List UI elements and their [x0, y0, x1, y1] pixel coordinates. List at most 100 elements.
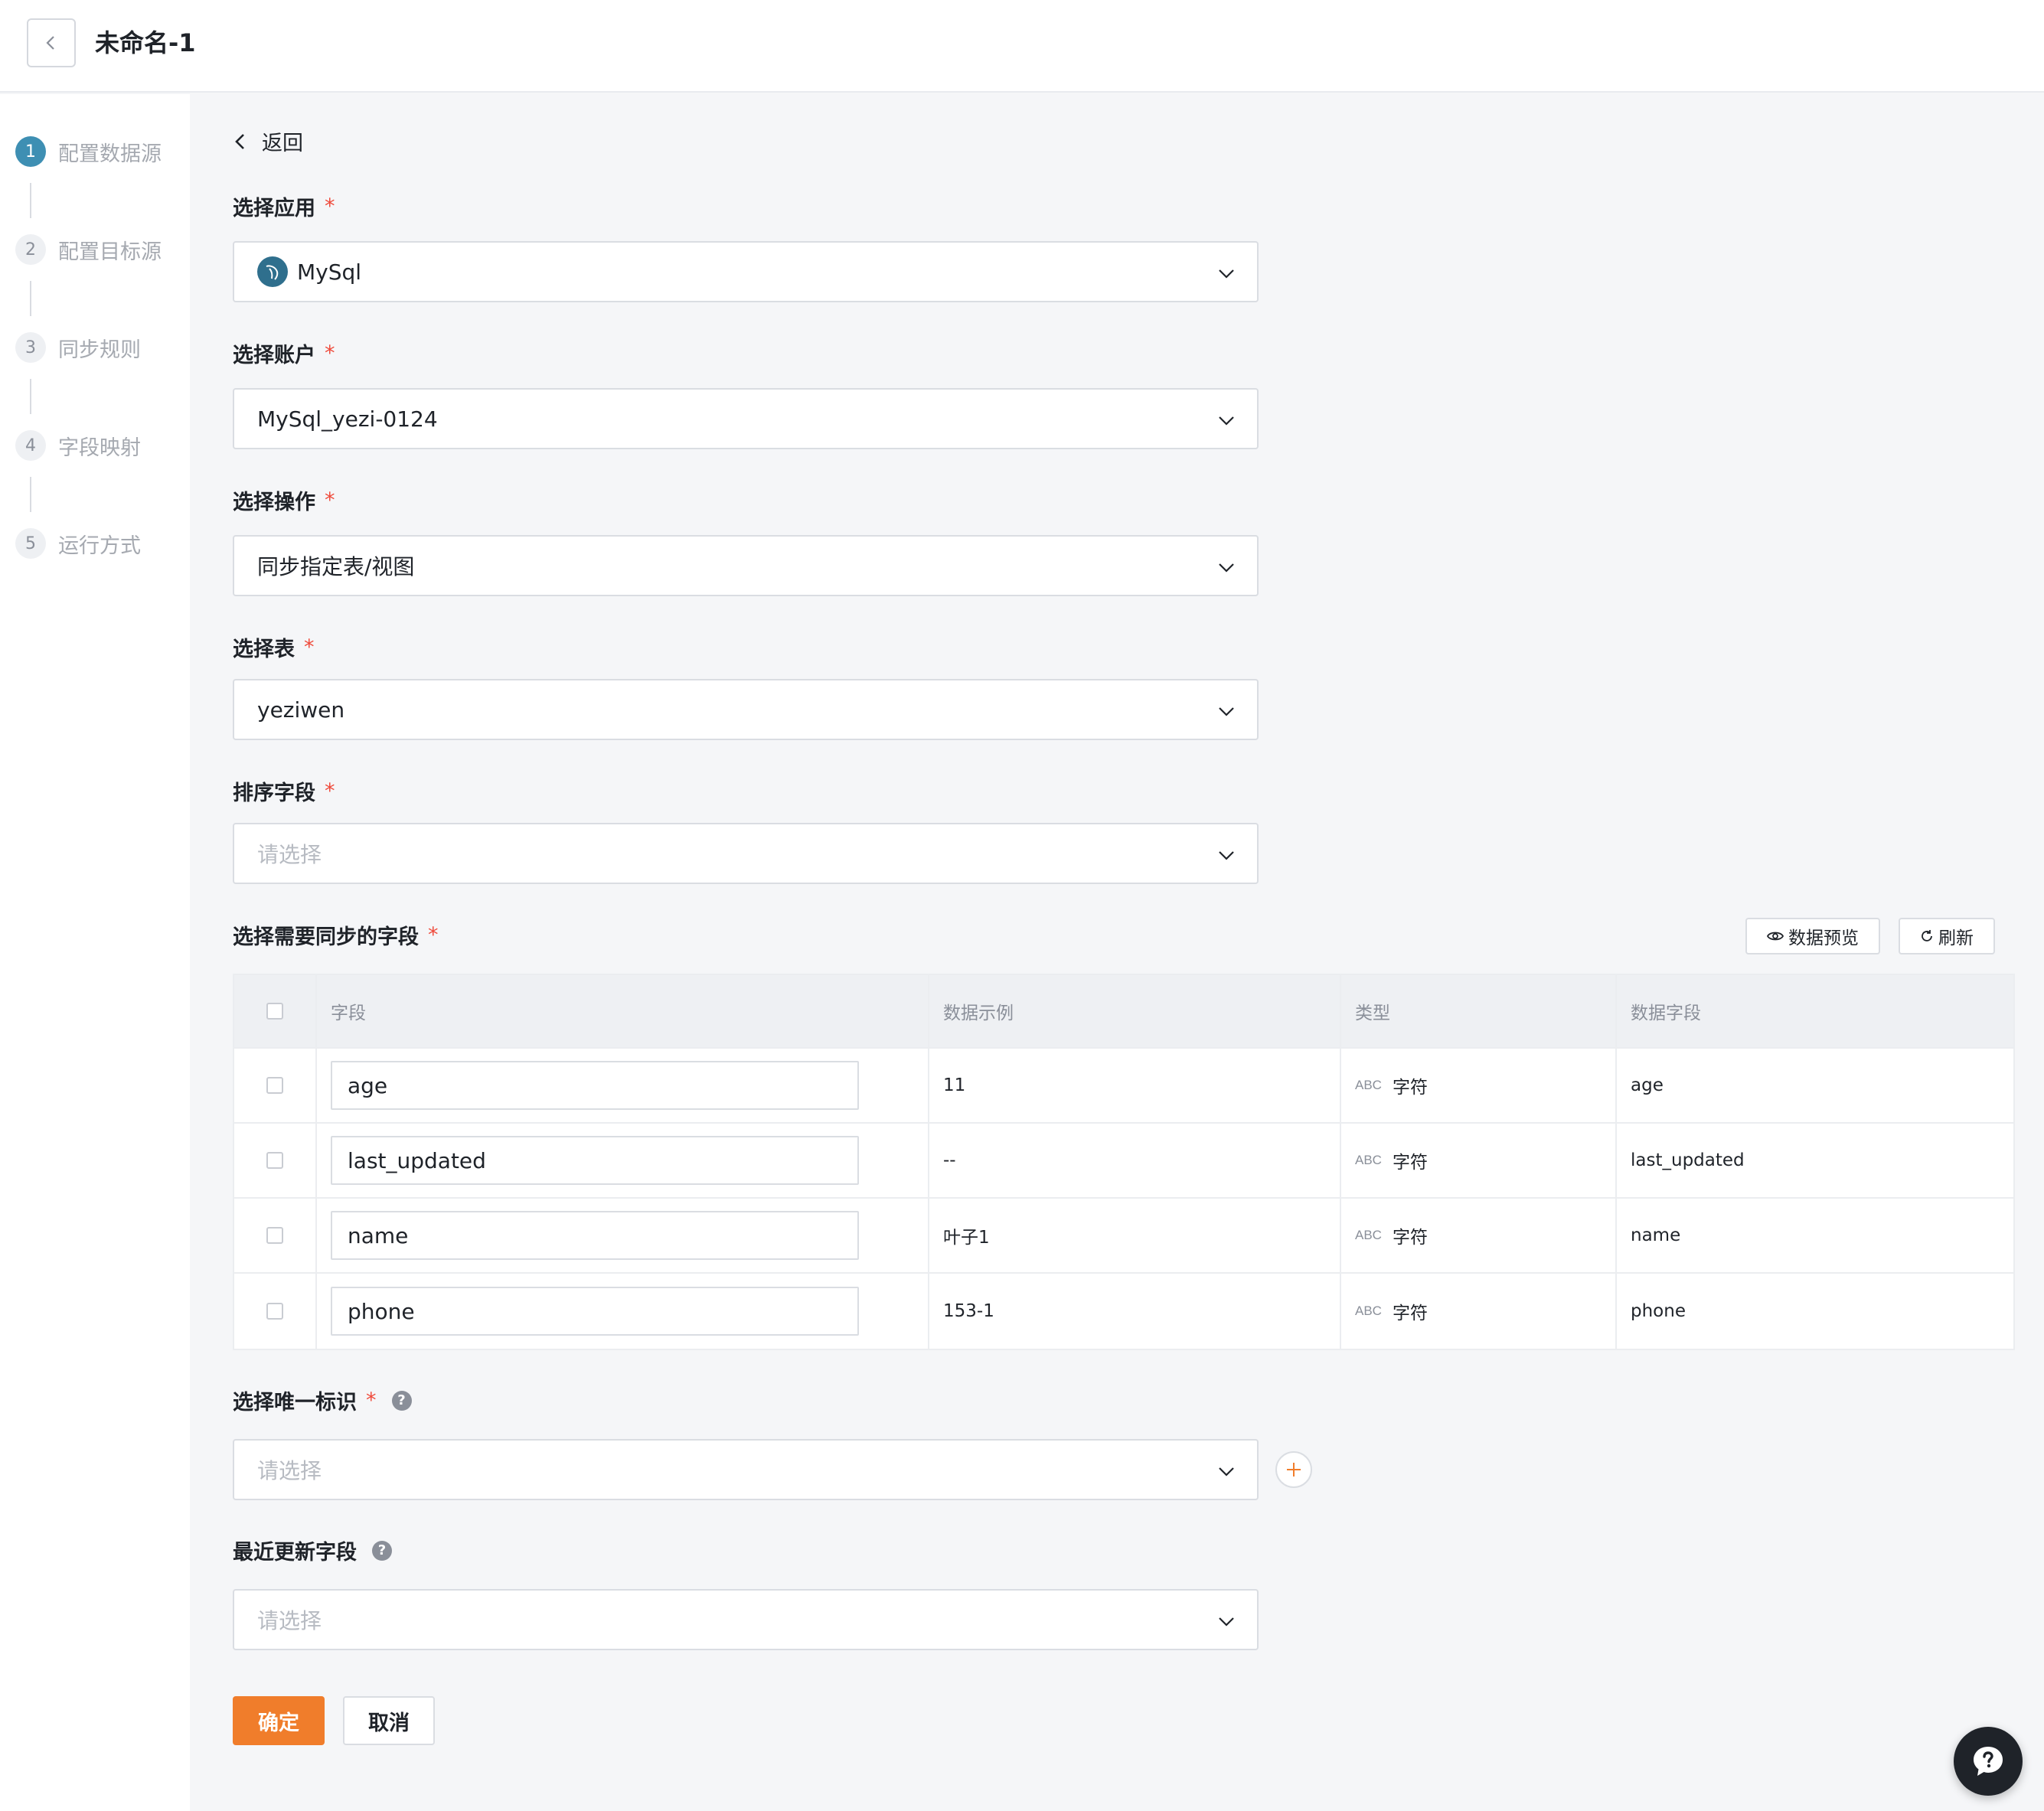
field-name-input[interactable] — [331, 1136, 859, 1185]
add-unique-id-button[interactable] — [1275, 1451, 1312, 1488]
recent-update-label: 最近更新字段 ? — [233, 1535, 392, 1565]
cancel-button[interactable]: 取消 — [343, 1696, 435, 1745]
required-mark: * — [325, 341, 335, 365]
operation-label: 选择操作 * — [233, 488, 335, 514]
header-back-button[interactable] — [27, 18, 76, 67]
step-label: 运行方式 — [58, 534, 141, 558]
chevron-down-icon — [1219, 1617, 1234, 1627]
operation-select-value: 同步指定表/视图 — [257, 554, 415, 579]
required-mark: * — [325, 194, 335, 218]
data-field-cell: name — [1631, 1225, 1681, 1245]
main-form: 返回 选择应用 * MySql 选择账户 * MySql_yezi-0124 选择操… — [190, 94, 2044, 1811]
step-number: 1 — [15, 136, 46, 167]
chevron-down-icon — [1219, 851, 1234, 860]
app-label: 选择应用 * — [233, 194, 335, 220]
text-type-icon: ABC — [1355, 1153, 1382, 1167]
sync-fields-label: 选择需要同步的字段 * — [233, 923, 439, 949]
row-checkbox[interactable] — [266, 1303, 283, 1320]
page-title: 未命名-1 — [95, 28, 196, 57]
eye-icon — [1767, 932, 1784, 941]
select-all-checkbox[interactable] — [266, 1003, 283, 1020]
chevron-down-icon — [1219, 563, 1234, 573]
step-connector — [30, 183, 31, 218]
table-select[interactable]: yeziwen — [233, 679, 1259, 740]
step-run-mode[interactable]: 5 运行方式 — [15, 528, 141, 559]
unique-id-label: 选择唯一标识 * ? — [233, 1385, 412, 1415]
row-checkbox[interactable] — [266, 1227, 283, 1244]
data-preview-button[interactable]: 数据预览 — [1745, 918, 1880, 954]
chevron-down-icon — [1219, 707, 1234, 716]
account-label: 选择账户 * — [233, 341, 335, 367]
table-row: 叶子1 ABC字符 name — [234, 1199, 2013, 1274]
text-type-icon: ABC — [1355, 1078, 1382, 1092]
type-cell: ABC 字符 — [1341, 1199, 1617, 1272]
back-label: 返回 — [262, 132, 303, 155]
step-number: 2 — [15, 234, 46, 265]
field-name-input[interactable] — [331, 1061, 859, 1110]
required-mark: * — [325, 779, 335, 803]
unique-id-select[interactable]: 请选择 — [233, 1439, 1259, 1500]
recent-update-select[interactable]: 请选择 — [233, 1589, 1259, 1650]
column-header-type: 类型 — [1341, 975, 1617, 1047]
step-field-mapping[interactable]: 4 字段映射 — [15, 430, 141, 461]
column-header-data-field: 数据字段 — [1631, 1003, 1701, 1023]
sort-field-placeholder: 请选择 — [257, 842, 322, 867]
refresh-button[interactable]: 刷新 — [1899, 918, 1995, 954]
table-row: 153-1 ABC字符 phone — [234, 1274, 2013, 1349]
row-checkbox[interactable] — [266, 1152, 283, 1169]
step-connector — [30, 281, 31, 316]
sample-cell: 叶子1 — [929, 1199, 1341, 1272]
step-config-target[interactable]: 2 配置目标源 — [15, 234, 162, 265]
help-icon[interactable]: ? — [372, 1540, 392, 1561]
step-sync-rules[interactable]: 3 同步规则 — [15, 332, 141, 363]
row-checkbox[interactable] — [266, 1077, 283, 1094]
step-label: 配置数据源 — [58, 142, 162, 166]
operation-select[interactable]: 同步指定表/视图 — [233, 535, 1259, 596]
help-chat-button[interactable] — [1954, 1727, 2023, 1796]
top-header: 未命名-1 — [0, 0, 2044, 93]
account-select[interactable]: MySql_yezi-0124 — [233, 388, 1259, 449]
app-select[interactable]: MySql — [233, 241, 1259, 302]
text-type-icon: ABC — [1355, 1228, 1382, 1242]
column-header-field: 字段 — [317, 975, 929, 1047]
data-field-cell: age — [1631, 1075, 1664, 1095]
steps-sidebar: 1 配置数据源 2 配置目标源 3 同步规则 4 字段映射 5 运行方式 — [0, 94, 190, 1811]
table-header-row: 字段 数据示例 类型 数据字段 — [234, 975, 2013, 1049]
unique-id-placeholder: 请选择 — [257, 1458, 322, 1483]
chevron-left-icon — [46, 36, 54, 50]
app-select-value: MySql — [297, 259, 362, 285]
table-row: 11 ABC字符 age — [234, 1049, 2013, 1124]
mysql-logo-icon — [257, 256, 288, 287]
step-connector — [30, 477, 31, 512]
back-link[interactable]: 返回 — [233, 126, 303, 156]
required-mark: * — [325, 488, 335, 512]
required-mark: * — [366, 1388, 377, 1412]
type-cell: ABC 字符 — [1341, 1274, 1617, 1349]
step-label: 字段映射 — [58, 436, 141, 460]
data-field-cell: last_updated — [1631, 1150, 1745, 1170]
sort-field-select[interactable]: 请选择 — [233, 823, 1259, 884]
chevron-down-icon — [1219, 416, 1234, 426]
account-select-value: MySql_yezi-0124 — [257, 406, 438, 432]
sample-cell: 11 — [929, 1049, 1341, 1122]
table-label: 选择表 * — [233, 635, 315, 661]
refresh-icon — [1922, 930, 1932, 941]
table-row: -- ABC字符 last_updated — [234, 1124, 2013, 1199]
type-cell: ABC 字符 — [1341, 1124, 1617, 1197]
column-header-sample: 数据示例 — [929, 975, 1341, 1047]
plus-icon — [1287, 1463, 1301, 1477]
confirm-button[interactable]: 确定 — [233, 1696, 325, 1745]
chevron-down-icon — [1219, 269, 1234, 279]
field-name-input[interactable] — [331, 1211, 859, 1260]
step-config-source[interactable]: 1 配置数据源 — [15, 136, 162, 167]
step-number: 4 — [15, 430, 46, 461]
field-name-input[interactable] — [331, 1287, 859, 1336]
sync-fields-table: 字段 数据示例 类型 数据字段 11 ABC字符 age -- ABC字符 la… — [233, 974, 2015, 1350]
help-bubble-icon — [1974, 1747, 2003, 1776]
help-icon[interactable]: ? — [391, 1390, 412, 1411]
data-field-cell: phone — [1631, 1301, 1686, 1321]
step-number: 3 — [15, 332, 46, 363]
sort-field-label: 排序字段 * — [233, 779, 335, 805]
required-mark: * — [304, 635, 315, 659]
recent-update-placeholder: 请选择 — [257, 1608, 322, 1633]
